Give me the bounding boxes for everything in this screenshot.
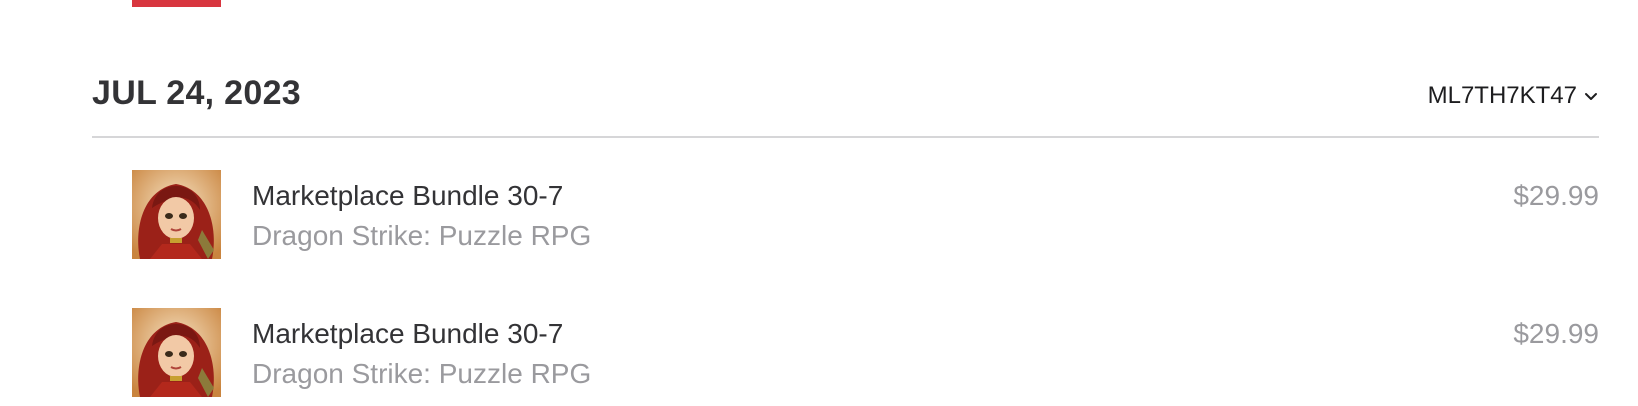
game-character-artwork-icon <box>132 308 221 397</box>
purchase-item[interactable]: Marketplace Bundle 30-7 Dragon Strike: P… <box>132 308 1599 397</box>
item-title: Marketplace Bundle 30-7 <box>252 180 564 211</box>
app-thumbnail <box>132 308 221 397</box>
item-title: Marketplace Bundle 30-7 <box>252 318 564 349</box>
purchase-date-header: JUL 24, 2023 ML7TH7KT47 <box>92 62 1599 138</box>
app-thumbnail <box>132 170 221 259</box>
item-app-name: Dragon Strike: Puzzle RPG <box>252 220 592 251</box>
item-price: $29.99 <box>1513 180 1599 211</box>
order-id-label: ML7TH7KT47 <box>1427 82 1577 109</box>
chevron-down-icon <box>1585 93 1597 100</box>
game-character-artwork-icon <box>132 170 221 259</box>
item-price: $29.99 <box>1513 318 1599 349</box>
purchase-item[interactable]: Marketplace Bundle 30-7 Dragon Strike: P… <box>132 170 1599 259</box>
order-id-dropdown[interactable]: ML7TH7KT47 <box>1428 82 1599 110</box>
item-app-name: Dragon Strike: Puzzle RPG <box>252 358 592 389</box>
previous-item-thumbnail <box>132 0 221 7</box>
purchase-date: JUL 24, 2023 <box>92 74 302 112</box>
